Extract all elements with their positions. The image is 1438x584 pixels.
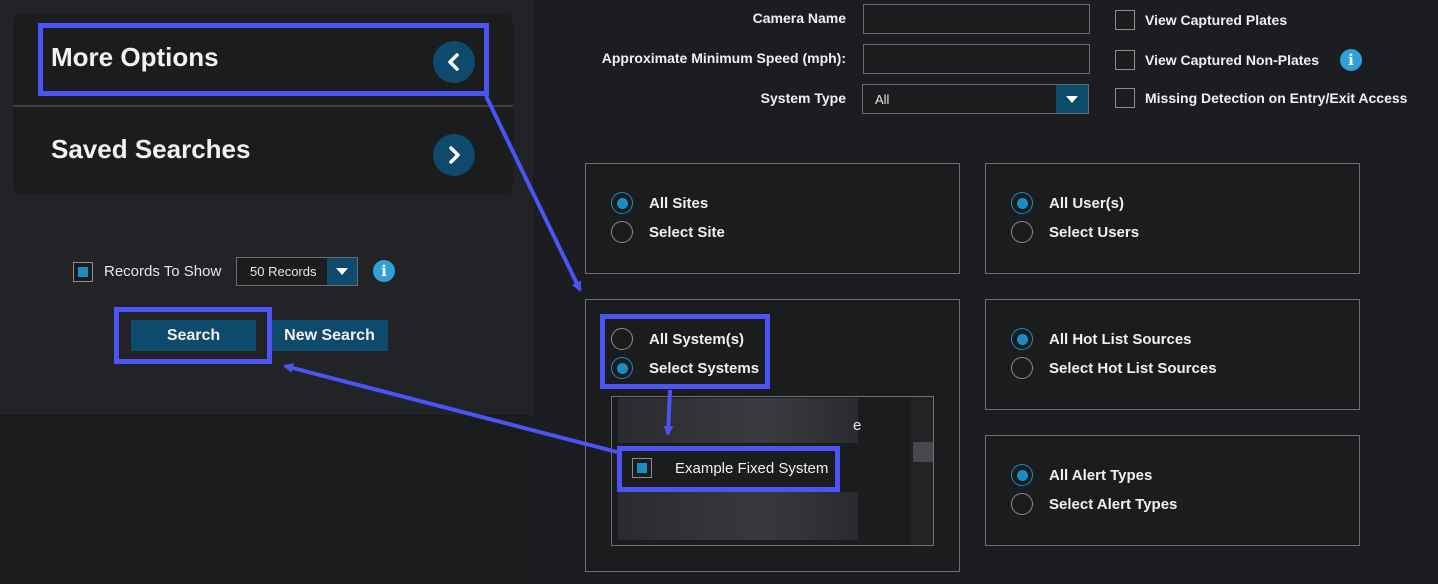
highlight-more-options [38,23,489,96]
info-icon[interactable]: i [373,260,395,282]
all-alerts-radio[interactable] [1011,464,1033,486]
view-captured-non-plates-checkbox[interactable] [1115,50,1135,70]
records-to-show-checkbox[interactable] [73,262,93,282]
highlight-search-button [114,307,272,364]
hotlist-panel [985,299,1360,410]
chevron-down-icon [1056,85,1088,113]
options-divider [13,105,513,107]
expand-saved-searches-button[interactable] [433,134,475,176]
select-users-label: Select Users [1049,223,1140,241]
select-site-label: Select Site [649,223,725,241]
all-sites-option[interactable]: All Sites [611,192,708,214]
missing-detection-label: Missing Detection on Entry/Exit Access [1145,90,1408,106]
redacted-system-item [618,398,858,443]
view-captured-plates-checkbox[interactable] [1115,10,1135,30]
system-type-select[interactable]: All [862,84,1089,114]
saved-searches-title[interactable]: Saved Searches [51,134,250,165]
system-type-label: System Type [760,90,846,106]
chevron-right-icon [449,146,460,164]
all-users-radio[interactable] [1011,192,1033,214]
all-alerts-option[interactable]: All Alert Types [1011,464,1152,486]
alerts-panel [985,435,1360,546]
all-sites-radio[interactable] [611,192,633,214]
partial-system-text: e [853,417,862,434]
systems-list-scrollbar[interactable] [911,397,933,545]
min-speed-label: Approximate Minimum Speed (mph): [601,50,846,66]
redacted-system-item [618,492,858,540]
system-type-value: All [875,91,890,107]
select-alerts-label: Select Alert Types [1049,495,1178,513]
left-panel-bottom [0,415,533,584]
all-hotlist-radio[interactable] [1011,328,1033,350]
new-search-button[interactable]: New Search [271,320,388,351]
records-select[interactable]: 50 Records [236,257,358,286]
highlight-example-fixed-system [617,446,840,492]
select-hotlist-radio[interactable] [1011,357,1033,379]
all-hotlist-label: All Hot List Sources [1049,330,1192,348]
view-captured-plates-label: View Captured Plates [1145,12,1288,28]
view-captured-non-plates-label: View Captured Non-Plates [1145,52,1320,68]
select-site-radio[interactable] [611,221,633,243]
systems-list-scroll-thumb[interactable] [913,442,933,462]
select-site-option[interactable]: Select Site [611,221,725,243]
all-users-option[interactable]: All User(s) [1011,192,1124,214]
camera-name-input[interactable] [863,4,1090,34]
select-alerts-option[interactable]: Select Alert Types [1011,493,1177,515]
min-speed-input[interactable] [863,44,1090,74]
missing-detection-checkbox[interactable] [1115,88,1135,108]
all-hotlist-option[interactable]: All Hot List Sources [1011,328,1192,350]
select-alerts-radio[interactable] [1011,493,1033,515]
chevron-down-icon [327,258,357,285]
users-panel [985,163,1360,274]
highlight-select-systems [600,314,770,389]
records-select-value: 50 Records [250,264,317,279]
camera-name-label: Camera Name [752,10,846,26]
select-users-option[interactable]: Select Users [1011,221,1139,243]
select-hotlist-label: Select Hot List Sources [1049,359,1217,377]
info-icon[interactable]: i [1340,49,1362,71]
all-users-label: All User(s) [1049,194,1125,212]
records-to-show-label: Records To Show [104,263,222,280]
sites-panel [585,163,960,274]
select-hotlist-option[interactable]: Select Hot List Sources [1011,357,1217,379]
all-sites-label: All Sites [649,194,709,212]
select-users-radio[interactable] [1011,221,1033,243]
all-alerts-label: All Alert Types [1049,466,1153,484]
